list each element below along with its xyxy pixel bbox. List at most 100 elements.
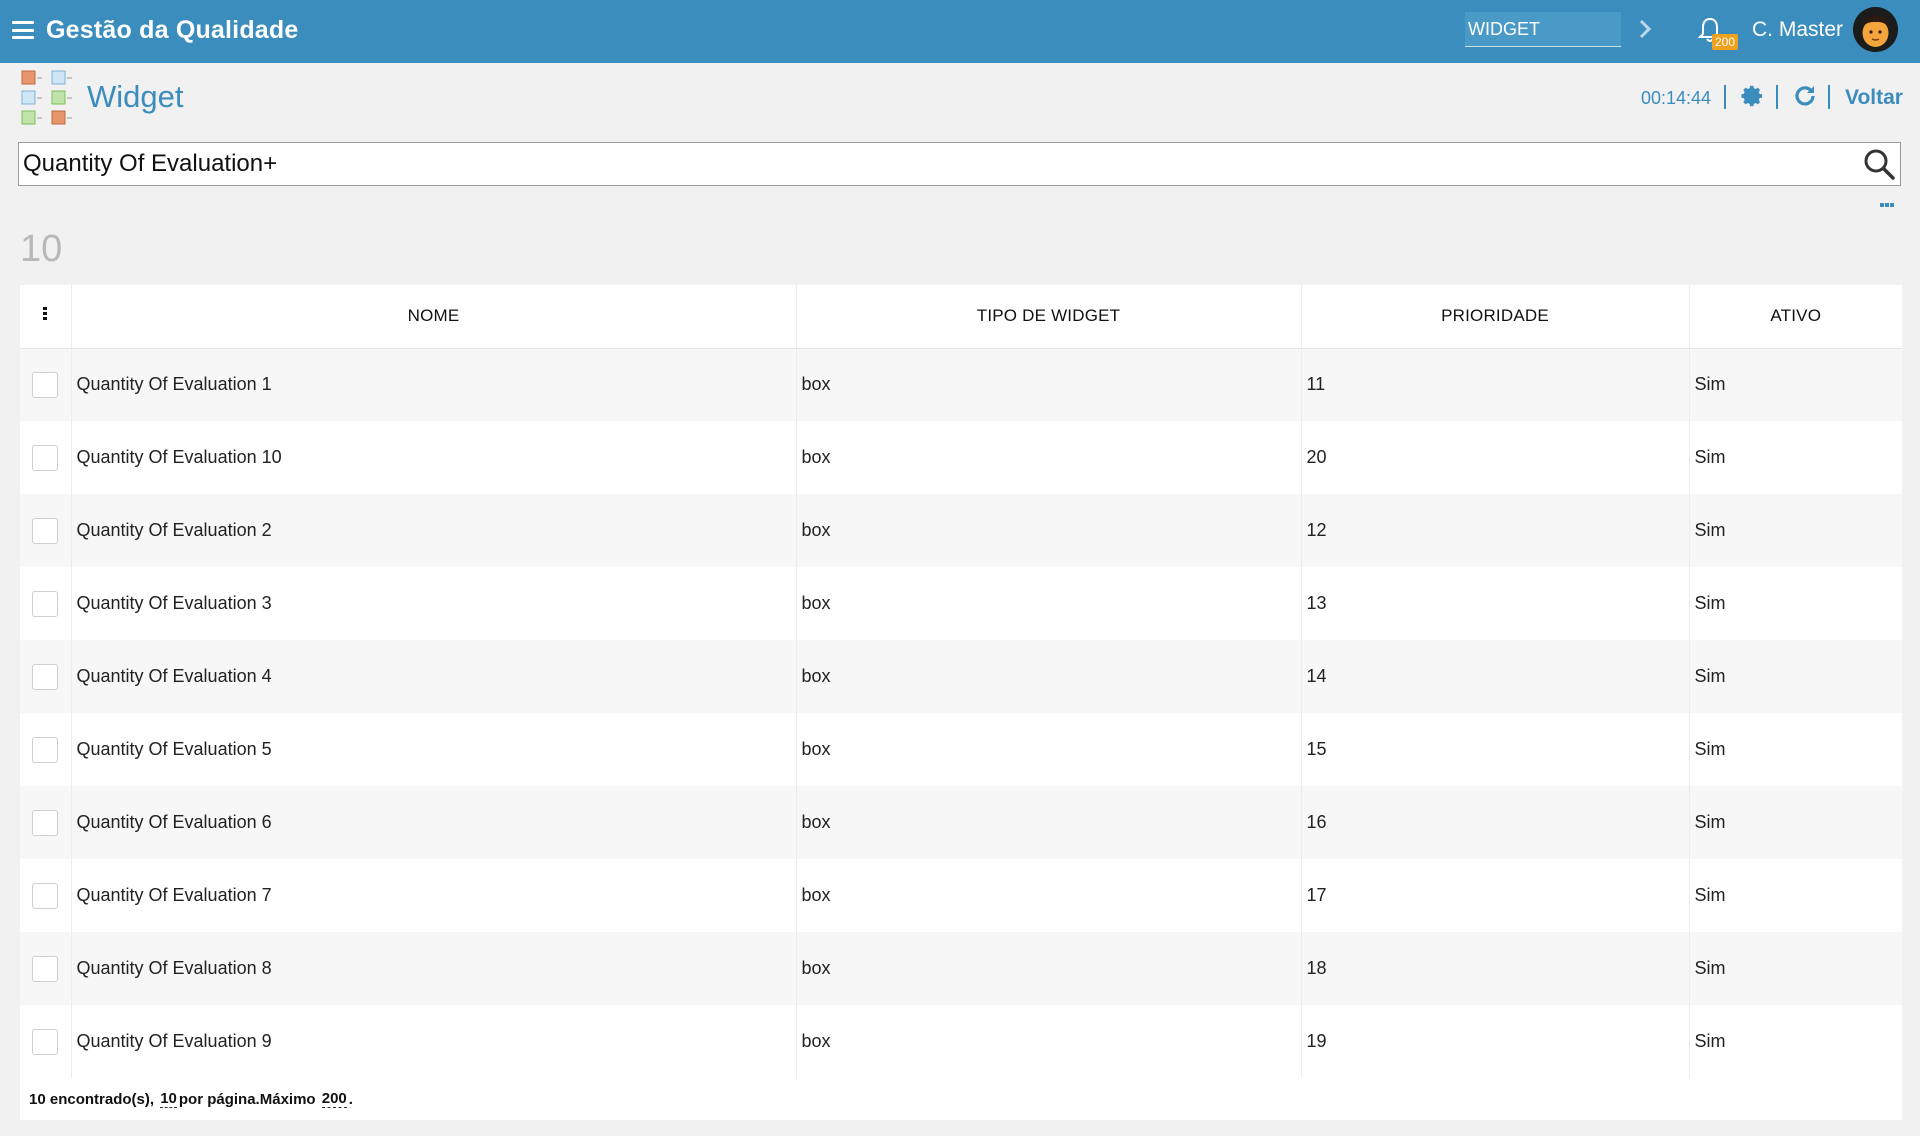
table-header-row: NOME TIPO DE WIDGET PRIORIDADE ATIVO — [20, 285, 1902, 349]
cell-tipo: box — [796, 494, 1302, 567]
cell-nome: Quantity Of Evaluation 6 — [71, 786, 797, 859]
row-checkbox[interactable] — [32, 517, 59, 544]
row-checkbox[interactable] — [32, 444, 59, 471]
per-page-selector[interactable]: 10 — [160, 1090, 177, 1108]
cell-tipo: box — [796, 859, 1302, 932]
cell-tipo: box — [796, 640, 1302, 713]
cell-tipo: box — [796, 932, 1302, 1005]
row-checkbox[interactable] — [32, 882, 59, 909]
avatar-face-icon — [1853, 7, 1898, 52]
table-row[interactable]: Quantity Of Evaluation 7 box 17 Sim — [20, 859, 1902, 932]
data-grid: NOME TIPO DE WIDGET PRIORIDADE ATIVO Qua… — [20, 285, 1902, 1120]
cell-prioridade: 18 — [1301, 932, 1690, 1005]
cell-prioridade: 17 — [1301, 859, 1690, 932]
cell-prioridade: 20 — [1301, 421, 1690, 494]
user-avatar[interactable] — [1853, 7, 1898, 52]
cell-tipo: box — [796, 786, 1302, 859]
table-row[interactable]: Quantity Of Evaluation 4 box 14 Sim — [20, 640, 1902, 713]
vertical-dots-icon[interactable] — [43, 307, 48, 321]
top-bar: Gestão da Qualidade WIDGET 200 C. Master — [0, 0, 1920, 63]
module-selector-field[interactable]: WIDGET — [1465, 12, 1621, 47]
cell-tipo: box — [796, 1005, 1302, 1078]
row-checkbox[interactable] — [32, 590, 59, 617]
cell-ativo: Sim — [1689, 567, 1902, 640]
refresh-icon[interactable] — [1793, 84, 1817, 108]
row-select-cell — [20, 932, 72, 1005]
row-select-cell — [20, 421, 72, 494]
cell-nome: Quantity Of Evaluation 4 — [71, 640, 797, 713]
divider — [1724, 85, 1726, 109]
hamburger-menu-icon[interactable] — [12, 21, 34, 39]
cell-ativo: Sim — [1689, 859, 1902, 932]
widget-grid-logo — [21, 70, 72, 125]
cell-prioridade: 12 — [1301, 494, 1690, 567]
column-menu-header[interactable] — [20, 285, 72, 349]
cell-nome: Quantity Of Evaluation 1 — [71, 348, 797, 421]
session-timer: 00:14:44 — [1641, 88, 1712, 108]
row-select-cell — [20, 640, 72, 713]
cell-tipo: box — [796, 567, 1302, 640]
search-icon[interactable] — [1862, 147, 1896, 181]
row-checkbox[interactable] — [32, 736, 59, 763]
cell-prioridade: 13 — [1301, 567, 1690, 640]
table-row[interactable]: Quantity Of Evaluation 8 box 18 Sim — [20, 932, 1902, 1005]
cell-tipo: box — [796, 348, 1302, 421]
cell-ativo: Sim — [1689, 348, 1902, 421]
row-select-cell — [20, 713, 72, 786]
column-header-nome[interactable]: NOME — [71, 285, 797, 349]
cell-tipo: box — [796, 713, 1302, 786]
footer-end: . — [348, 1090, 353, 1108]
cell-nome: Quantity Of Evaluation 10 — [71, 421, 797, 494]
cell-ativo: Sim — [1689, 494, 1902, 567]
cell-prioridade: 11 — [1301, 348, 1690, 421]
row-checkbox[interactable] — [32, 1028, 59, 1055]
column-header-prioridade[interactable]: PRIORIDADE — [1301, 285, 1690, 349]
cell-tipo: box — [796, 421, 1302, 494]
row-checkbox[interactable] — [32, 955, 59, 982]
gear-icon[interactable] — [1741, 84, 1765, 108]
row-select-cell — [20, 786, 72, 859]
result-count: 10 — [20, 228, 63, 270]
page-title: Widget — [87, 79, 184, 114]
table-row[interactable]: Quantity Of Evaluation 1 box 11 Sim — [20, 348, 1902, 421]
row-select-cell — [20, 348, 72, 421]
cell-ativo: Sim — [1689, 421, 1902, 494]
table-row[interactable]: Quantity Of Evaluation 3 box 13 Sim — [20, 567, 1902, 640]
column-header-ativo[interactable]: ATIVO — [1689, 285, 1902, 349]
search-box — [18, 142, 1901, 186]
column-header-tipo[interactable]: TIPO DE WIDGET — [796, 285, 1302, 349]
cell-prioridade: 19 — [1301, 1005, 1690, 1078]
cell-prioridade: 16 — [1301, 786, 1690, 859]
row-checkbox[interactable] — [32, 371, 59, 398]
table-row[interactable]: Quantity Of Evaluation 9 box 19 Sim — [20, 1005, 1902, 1078]
pagination-footer: 10 encontrado(s), 10 por página.Máximo 2… — [20, 1078, 1902, 1120]
cell-nome: Quantity Of Evaluation 2 — [71, 494, 797, 567]
table-row[interactable]: Quantity Of Evaluation 2 box 12 Sim — [20, 494, 1902, 567]
row-checkbox[interactable] — [32, 663, 59, 690]
notification-count-badge: 200 — [1712, 34, 1739, 50]
cell-nome: Quantity Of Evaluation 8 — [71, 932, 797, 1005]
cell-nome: Quantity Of Evaluation 7 — [71, 859, 797, 932]
chevron-right-icon[interactable] — [1636, 17, 1654, 41]
cell-nome: Quantity Of Evaluation 9 — [71, 1005, 797, 1078]
table-row[interactable]: Quantity Of Evaluation 5 box 15 Sim — [20, 713, 1902, 786]
table-row[interactable]: Quantity Of Evaluation 6 box 16 Sim — [20, 786, 1902, 859]
per-page-text: por página.Máximo — [178, 1090, 316, 1108]
back-link[interactable]: Voltar — [1845, 86, 1903, 110]
cell-prioridade: 15 — [1301, 713, 1690, 786]
row-checkbox[interactable] — [32, 809, 59, 836]
row-select-cell — [20, 567, 72, 640]
divider — [1828, 85, 1830, 109]
table-row[interactable]: Quantity Of Evaluation 10 box 20 Sim — [20, 421, 1902, 494]
search-input[interactable] — [23, 149, 1843, 179]
found-count-text: 10 encontrado(s), — [29, 1090, 155, 1108]
more-options-icon[interactable] — [1880, 194, 1896, 207]
user-name[interactable]: C. Master — [1752, 18, 1843, 42]
row-select-cell — [20, 1005, 72, 1078]
cell-prioridade: 14 — [1301, 640, 1690, 713]
cell-ativo: Sim — [1689, 1005, 1902, 1078]
max-results-selector[interactable]: 200 — [321, 1090, 347, 1108]
widget-table: NOME TIPO DE WIDGET PRIORIDADE ATIVO Qua… — [20, 285, 1902, 1078]
row-select-cell — [20, 859, 72, 932]
cell-ativo: Sim — [1689, 640, 1902, 713]
